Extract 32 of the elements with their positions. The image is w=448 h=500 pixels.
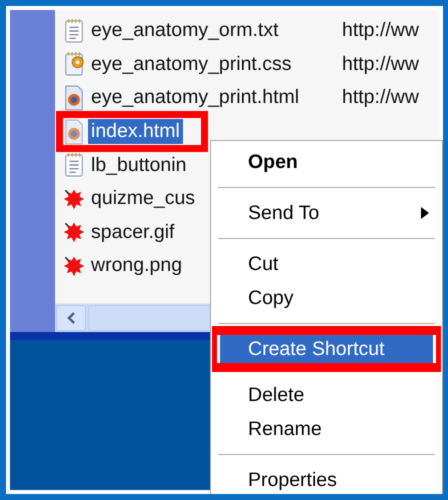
web-document-icon xyxy=(63,118,85,145)
menu-item[interactable]: Delete xyxy=(214,378,439,412)
file-url: http://ww xyxy=(342,52,419,76)
file-name: spacer.gif xyxy=(90,220,176,245)
scroll-left-button[interactable] xyxy=(56,305,86,331)
web-document-icon xyxy=(63,84,85,111)
file-item[interactable]: eye_anatomy_orm.txt xyxy=(55,18,282,44)
file-name: eye_anatomy_print.css xyxy=(90,52,293,77)
file-item[interactable]: quizme_cus xyxy=(55,186,198,212)
file-item[interactable]: index.html xyxy=(55,118,183,145)
file-url: http://ww xyxy=(342,86,419,110)
notepad-icon xyxy=(63,18,85,44)
menu-item[interactable]: Cut xyxy=(214,247,439,281)
file-name: wrong.png xyxy=(90,253,184,278)
menu-item[interactable]: Copy xyxy=(214,281,439,315)
file-item[interactable]: lb_buttonin xyxy=(55,152,190,178)
menu-item[interactable]: Send To xyxy=(214,196,439,230)
file-item[interactable]: spacer.gif xyxy=(55,219,178,246)
menu-item[interactable]: Rename xyxy=(214,412,439,446)
file-item[interactable]: eye_anatomy_print.css xyxy=(55,51,295,78)
gear-document-icon xyxy=(63,51,85,78)
file-name: index.html xyxy=(88,119,183,144)
file-name: lb_buttonin xyxy=(90,152,188,178)
file-item[interactable]: wrong.png xyxy=(55,252,186,279)
file-name: eye_anatomy_orm.txt xyxy=(90,18,280,44)
file-url: http://ww xyxy=(342,19,419,42)
notepad-icon xyxy=(63,152,85,178)
file-name: quizme_cus xyxy=(90,186,196,212)
menu-item[interactable]: Properties xyxy=(214,463,439,494)
menu-item[interactable]: Open xyxy=(214,145,439,179)
file-item[interactable]: eye_anatomy_print.html xyxy=(55,84,302,111)
file-name: eye_anatomy_print.html xyxy=(90,85,300,110)
